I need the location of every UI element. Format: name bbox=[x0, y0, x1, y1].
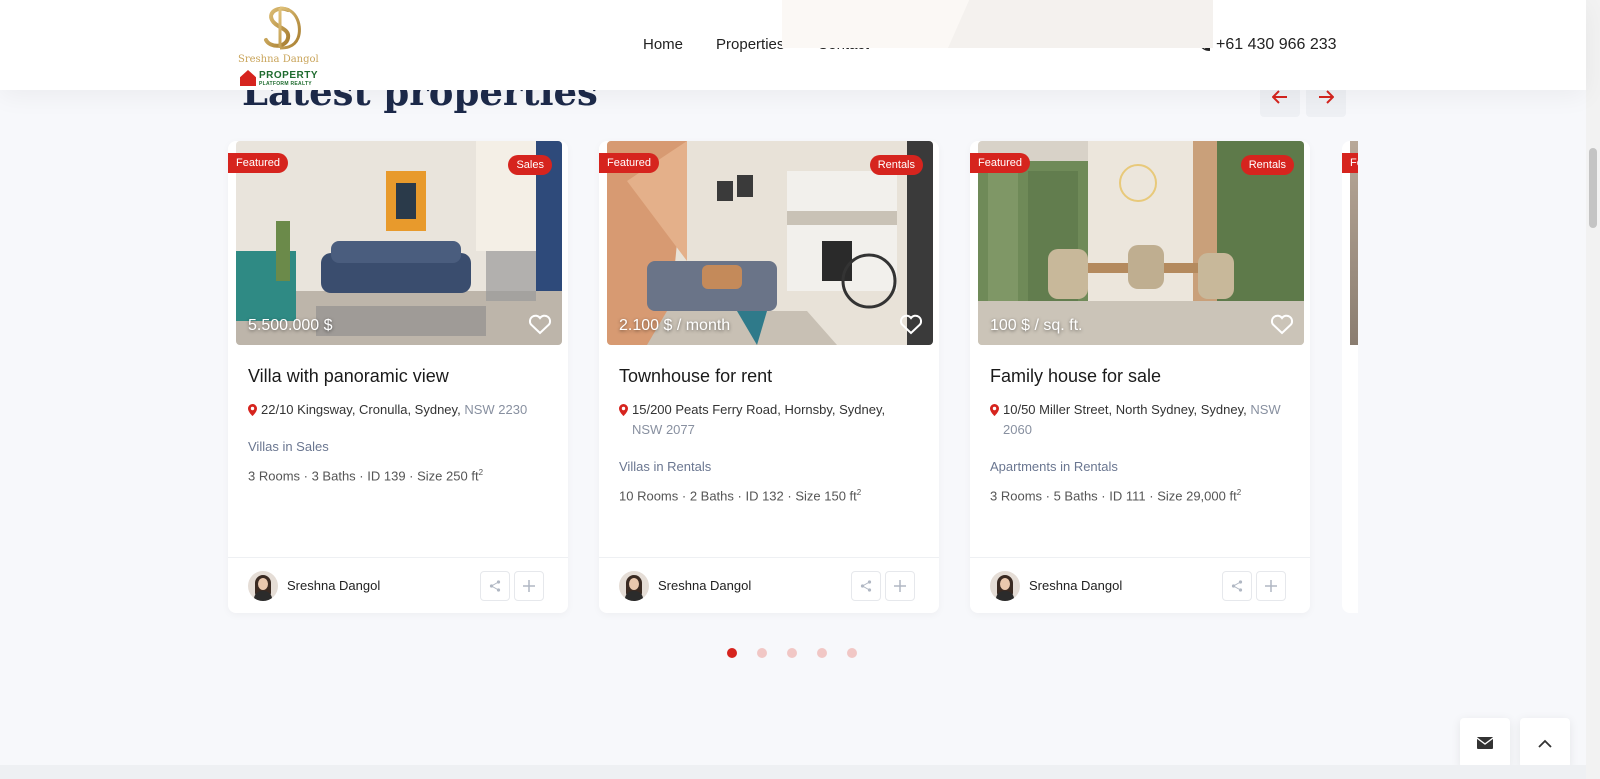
page-scrollbar[interactable] bbox=[1586, 0, 1600, 779]
map-pin-icon bbox=[990, 404, 999, 416]
share-button[interactable] bbox=[480, 571, 510, 601]
spec-id: ID 111 bbox=[1109, 488, 1146, 504]
property-address: 10/50 Miller Street, North Sydney, Sydne… bbox=[990, 400, 1290, 440]
pagination-dot-4[interactable] bbox=[817, 648, 827, 658]
property-price: 5.500.000 $ bbox=[248, 317, 333, 334]
plus-icon bbox=[1265, 580, 1277, 592]
property-category[interactable]: Villas in Sales bbox=[248, 439, 329, 454]
logo-property-text: PROPERTY bbox=[259, 70, 319, 81]
listing-type-badge: Rentals bbox=[869, 155, 923, 175]
share-icon bbox=[1231, 580, 1243, 592]
spec-baths: 3 Baths bbox=[311, 468, 356, 484]
house-icon bbox=[240, 70, 256, 86]
spec-rooms: 10 Rooms bbox=[619, 488, 679, 504]
property-specs: 3 Rooms · 3 Baths · ID 139 · Size 250 ft… bbox=[248, 468, 484, 484]
property-category[interactable]: Apartments in Rentals bbox=[990, 459, 1118, 474]
compare-button[interactable] bbox=[514, 571, 544, 601]
card-footer: Sreshna Dangol bbox=[599, 557, 939, 613]
heart-icon[interactable] bbox=[1270, 313, 1294, 335]
share-icon bbox=[489, 580, 501, 592]
compare-button[interactable] bbox=[1256, 571, 1286, 601]
scrollbar-thumb[interactable] bbox=[1589, 148, 1597, 228]
property-card[interactable]: Featured Rentals 2.100 $ / month Townhou… bbox=[599, 141, 939, 613]
plus-icon bbox=[894, 580, 906, 592]
spec-id: ID 132 bbox=[745, 488, 784, 504]
arrow-left-icon bbox=[1272, 90, 1287, 104]
spec-size: Size 29,000 ft bbox=[1157, 488, 1237, 504]
property-price: 2.100 $ / month bbox=[619, 317, 731, 334]
address-line: 10/50 Miller Street, North Sydney, Sydne… bbox=[1003, 402, 1247, 417]
nav-home[interactable]: Home bbox=[643, 36, 683, 53]
logo-name: Sreshna Dangol bbox=[238, 54, 319, 65]
listing-type-badge: Rentals bbox=[1240, 155, 1294, 175]
pagination-dot-1[interactable] bbox=[727, 648, 737, 658]
arrow-right-icon bbox=[1319, 90, 1334, 104]
listing-type-badge: Sales bbox=[508, 155, 552, 175]
spec-rooms: 3 Rooms bbox=[990, 488, 1043, 504]
phone-number: +61 430 966 233 bbox=[1216, 36, 1337, 53]
property-card[interactable]: Featured Rentals 100 $ / sq. ft. Family … bbox=[970, 141, 1310, 613]
nav-properties[interactable]: Properties bbox=[716, 36, 784, 53]
spec-id: ID 139 bbox=[367, 468, 406, 484]
logo-monogram-icon bbox=[264, 6, 301, 50]
property-specs: 3 Rooms · 5 Baths · ID 111 · Size 29,000… bbox=[990, 488, 1242, 504]
property-title[interactable]: Villa with panoramic view bbox=[248, 366, 449, 387]
featured-badge: Featured bbox=[970, 153, 1031, 173]
card-footer: Sreshna Dangol bbox=[228, 557, 568, 613]
property-category[interactable]: Villas in Rentals bbox=[619, 459, 711, 474]
spec-size: Size 150 ft bbox=[795, 488, 857, 504]
share-icon bbox=[860, 580, 872, 592]
heart-icon[interactable] bbox=[899, 313, 923, 335]
chevron-up-icon bbox=[1538, 739, 1552, 748]
map-pin-icon bbox=[619, 404, 628, 416]
spec-baths: 5 Baths bbox=[1053, 488, 1098, 504]
agent-name[interactable]: Sreshna Dangol bbox=[658, 578, 751, 593]
share-button[interactable] bbox=[851, 571, 881, 601]
compare-button[interactable] bbox=[885, 571, 915, 601]
property-card-partial[interactable]: Featured bbox=[1342, 141, 1358, 613]
carousel-pagination bbox=[727, 648, 857, 658]
featured-badge: Featured bbox=[599, 153, 660, 173]
property-card[interactable]: Featured Sales 5.500.000 $ Villa with pa… bbox=[228, 141, 568, 613]
heart-icon[interactable] bbox=[528, 313, 552, 335]
avatar[interactable] bbox=[619, 571, 649, 601]
footer-edge bbox=[0, 765, 1586, 779]
phone-link[interactable]: +61 430 966 233 bbox=[1196, 36, 1337, 54]
logo-property-mark: PROPERTY PLATFORM REALTY bbox=[240, 68, 326, 88]
header-decoration-shape bbox=[948, 0, 1213, 48]
back-to-top-button[interactable] bbox=[1520, 718, 1570, 768]
address-state: NSW 2077 bbox=[632, 422, 695, 437]
spec-baths: 2 Baths bbox=[689, 488, 734, 504]
address-line: 15/200 Peats Ferry Road, Hornsby, Sydney… bbox=[632, 402, 886, 417]
pagination-dot-3[interactable] bbox=[787, 648, 797, 658]
property-address: 22/10 Kingsway, Cronulla, Sydney, NSW 22… bbox=[248, 400, 548, 420]
property-price: 100 $ / sq. ft. bbox=[990, 317, 1083, 334]
address-line: 22/10 Kingsway, Cronulla, Sydney, bbox=[261, 402, 461, 417]
plus-icon bbox=[523, 580, 535, 592]
spec-rooms: 3 Rooms bbox=[248, 468, 301, 484]
address-state: NSW 2230 bbox=[464, 402, 528, 417]
pagination-dot-2[interactable] bbox=[757, 648, 767, 658]
property-address: 15/200 Peats Ferry Road, Hornsby, Sydney… bbox=[619, 400, 919, 440]
share-button[interactable] bbox=[1222, 571, 1252, 601]
agent-name[interactable]: Sreshna Dangol bbox=[1029, 578, 1122, 593]
property-specs: 10 Rooms · 2 Baths · ID 132 · Size 150 f… bbox=[619, 488, 862, 504]
agent-name[interactable]: Sreshna Dangol bbox=[287, 578, 380, 593]
pagination-dot-5[interactable] bbox=[847, 648, 857, 658]
featured-badge: Featured bbox=[1342, 153, 1358, 173]
spec-size: Size 250 ft bbox=[417, 468, 479, 484]
property-title[interactable]: Family house for sale bbox=[990, 366, 1161, 387]
avatar[interactable] bbox=[248, 571, 278, 601]
property-title[interactable]: Townhouse for rent bbox=[619, 366, 772, 387]
map-pin-icon bbox=[248, 404, 257, 416]
logo-realty-text: PLATFORM REALTY bbox=[259, 81, 312, 87]
logo[interactable]: Sreshna Dangol PROPERTY PLATFORM REALTY bbox=[238, 4, 328, 88]
contact-mail-button[interactable] bbox=[1460, 718, 1510, 768]
mail-icon bbox=[1477, 737, 1493, 749]
featured-badge: Featured bbox=[228, 153, 289, 173]
card-footer: Sreshna Dangol bbox=[970, 557, 1310, 613]
avatar[interactable] bbox=[990, 571, 1020, 601]
